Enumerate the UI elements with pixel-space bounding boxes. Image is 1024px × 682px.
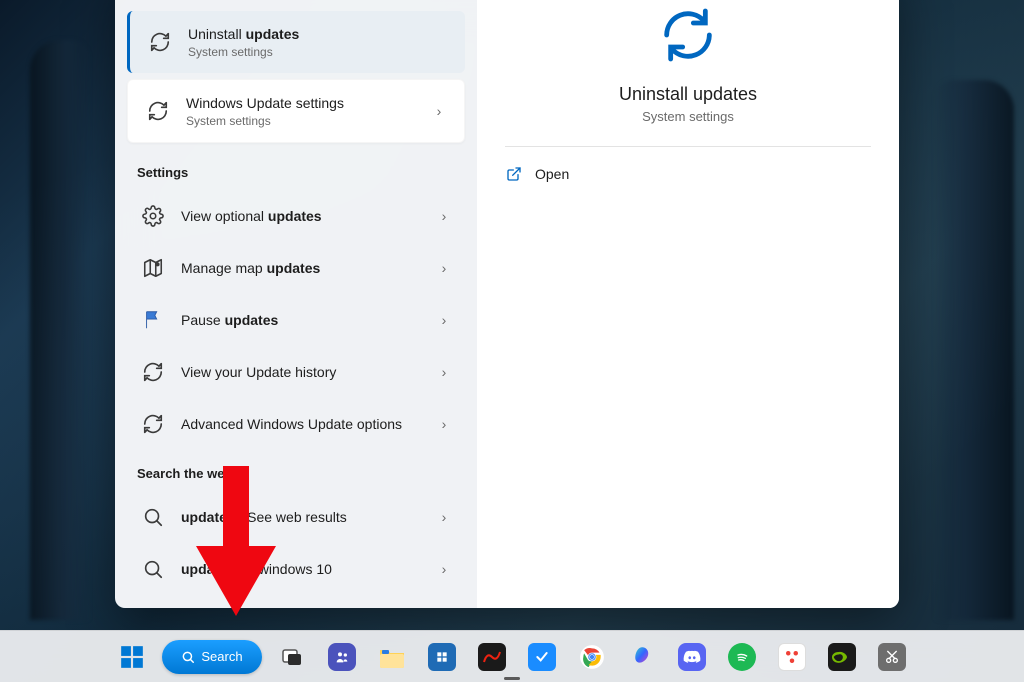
search-icon — [139, 503, 167, 531]
taskbar-app-spotify[interactable] — [722, 637, 762, 677]
taskbar-app-msi[interactable] — [472, 637, 512, 677]
taskbar-app-file-explorer[interactable] — [372, 637, 412, 677]
sync-icon — [139, 358, 167, 386]
taskbar-app-teams[interactable] — [322, 637, 362, 677]
chevron-right-icon: › — [435, 561, 453, 577]
chevron-right-icon: › — [435, 208, 453, 224]
taskbar-app-anydesk[interactable] — [772, 637, 812, 677]
taskbar-app-copilot[interactable] — [622, 637, 662, 677]
preview-pane: Uninstall updates System settings Open — [477, 0, 899, 608]
taskbar-app-snip[interactable] — [872, 637, 912, 677]
web-result-1[interactable]: updates for windows 10› — [123, 543, 469, 595]
chevron-right-icon: › — [435, 260, 453, 276]
chevron-right-icon: › — [435, 364, 453, 380]
settings-result-4[interactable]: Advanced Windows Update options› — [123, 398, 469, 450]
settings-result-0[interactable]: View optional updates› — [123, 190, 469, 242]
best-match-text: Uninstall updates System settings — [188, 25, 449, 59]
chevron-right-icon: › — [435, 416, 453, 432]
taskbar-app-todo[interactable] — [522, 637, 562, 677]
flag-icon — [139, 306, 167, 334]
chevron-right-icon: › — [435, 312, 453, 328]
taskbar: Search — [0, 630, 1024, 682]
best-match-header: Best match — [115, 0, 477, 11]
start-search-panel: Best match Uninstall updates System sett… — [115, 0, 899, 608]
sync-icon — [139, 410, 167, 438]
taskbar-app-chrome[interactable] — [572, 637, 612, 677]
settings-result-2[interactable]: Pause updates› — [123, 294, 469, 346]
sync-icon — [144, 97, 172, 125]
open-button[interactable]: Open — [505, 157, 871, 191]
sync-icon — [146, 28, 174, 56]
start-button[interactable] — [112, 637, 152, 677]
divider — [505, 146, 871, 147]
best-match-result[interactable]: Uninstall updates System settings — [127, 11, 465, 73]
taskbar-app-microsoft-store[interactable] — [422, 637, 462, 677]
chevron-right-icon: › — [435, 509, 453, 525]
taskbar-app-discord[interactable] — [672, 637, 712, 677]
taskbar-search-button[interactable]: Search — [162, 640, 262, 674]
sync-icon — [653, 0, 723, 70]
settings-header: Settings — [115, 149, 477, 190]
map-icon — [139, 254, 167, 282]
results-column: Best match Uninstall updates System sett… — [115, 0, 477, 608]
chevron-right-icon: › — [430, 103, 448, 119]
settings-result-3[interactable]: View your Update history› — [123, 346, 469, 398]
result-windows-update-settings[interactable]: Windows Update settings System settings … — [127, 79, 465, 143]
taskbar-app-task-view[interactable] — [272, 637, 312, 677]
web-result-0[interactable]: updates - See web results› — [123, 491, 469, 543]
open-external-icon — [505, 165, 523, 183]
preview-title: Uninstall updates — [505, 84, 871, 105]
search-icon — [139, 555, 167, 583]
preview-subtitle: System settings — [505, 109, 871, 124]
settings-result-1[interactable]: Manage map updates› — [123, 242, 469, 294]
active-indicator — [504, 677, 520, 680]
gear-icon — [139, 202, 167, 230]
search-web-header: Search the web — [115, 450, 477, 491]
taskbar-app-nvidia[interactable] — [822, 637, 862, 677]
